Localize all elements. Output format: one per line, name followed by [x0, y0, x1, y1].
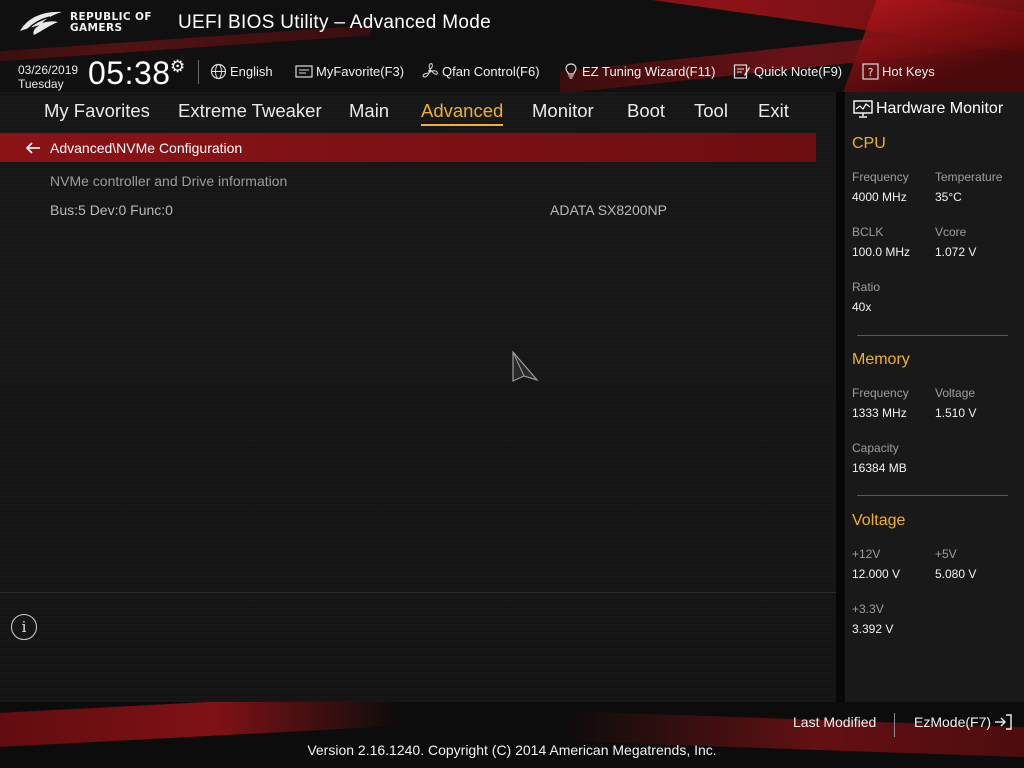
- help-info-area: i: [0, 600, 836, 700]
- ez-tuning-wizard-button[interactable]: EZ Tuning Wizard(F11): [563, 62, 715, 80]
- toolbar-divider: [198, 60, 199, 84]
- nvme-device-model: ADATA SX8200NP: [550, 202, 667, 218]
- ezmode-button[interactable]: EzMode(F7): [914, 714, 1013, 730]
- nvme-device-row[interactable]: Bus:5 Dev:0 Func:0 ADATA SX8200NP: [50, 202, 810, 220]
- ratio-label: Ratio: [852, 280, 881, 294]
- info-icon: i: [11, 614, 37, 640]
- monitor-icon: [853, 100, 873, 118]
- hot-keys-button[interactable]: ? Hot Keys: [862, 62, 935, 80]
- tab-extreme-tweaker[interactable]: Extreme Tweaker: [178, 100, 322, 122]
- panel-separator: [836, 92, 845, 702]
- memory-capacity-value: 16384 MB: [852, 461, 907, 475]
- quick-note-label: Quick Note(F9): [754, 63, 843, 79]
- breadcrumb: Advanced\NVMe Configuration: [0, 133, 816, 162]
- tab-boot[interactable]: Boot: [627, 100, 665, 122]
- app-title: UEFI BIOS Utility – Advanced Mode: [178, 12, 491, 33]
- tab-monitor[interactable]: Monitor: [532, 100, 594, 122]
- rog-eye-icon: [20, 11, 62, 35]
- hardware-monitor-title: Hardware Monitor: [853, 100, 1003, 118]
- svg-text:?: ?: [868, 66, 874, 79]
- nvme-device-location: Bus:5 Dev:0 Func:0: [50, 202, 173, 218]
- ratio-value: 40x: [852, 300, 872, 314]
- v5-label: +5V: [935, 547, 957, 561]
- hot-keys-label: Hot Keys: [882, 63, 935, 79]
- fan-icon: [422, 63, 438, 78]
- copyright-text: Version 2.16.1240. Copyright (C) 2014 Am…: [307, 742, 717, 758]
- vcore-label: Vcore: [935, 225, 967, 239]
- v12-value: 12.000 V: [852, 567, 901, 581]
- header: REPUBLIC OF GAMERS UEFI BIOS Utility – A…: [0, 0, 1024, 92]
- info-divider: [0, 592, 836, 593]
- ez-tuning-label: EZ Tuning Wizard(F11): [582, 63, 716, 79]
- clock-time: 05:38: [88, 55, 171, 91]
- footer-divider: [894, 713, 895, 737]
- logo-text: REPUBLIC OF GAMERS: [70, 12, 152, 34]
- memory-heading: Memory: [852, 351, 910, 368]
- rog-logo: REPUBLIC OF GAMERS: [18, 8, 152, 38]
- globe-icon: [210, 63, 227, 79]
- hardware-monitor-panel: Hardware Monitor CPU Frequency Temperatu…: [845, 92, 1024, 702]
- cpu-temperature-value: 35°C: [935, 190, 962, 204]
- cpu-frequency-label: Frequency: [852, 170, 909, 184]
- memory-voltage-value: 1.510 V: [935, 406, 977, 420]
- note-icon: [733, 63, 750, 79]
- quick-note-button[interactable]: Quick Note(F9): [733, 62, 842, 80]
- section-divider: [857, 335, 1008, 336]
- tab-exit[interactable]: Exit: [758, 100, 789, 122]
- last-modified-button[interactable]: Last Modified: [793, 714, 876, 730]
- cpu-heading: CPU: [852, 135, 886, 152]
- memory-frequency-value: 1333 MHz: [852, 406, 907, 420]
- date-text: 03/26/2019: [18, 63, 79, 77]
- arrow-left-icon: [25, 141, 40, 154]
- back-button[interactable]: [24, 139, 42, 157]
- gear-icon[interactable]: ⚙: [170, 57, 185, 77]
- lightbulb-icon: [565, 63, 577, 79]
- language-label: English: [230, 63, 273, 79]
- voltage-heading: Voltage: [852, 512, 906, 529]
- cpu-temperature-label: Temperature: [935, 170, 1003, 184]
- qfan-control-button[interactable]: Qfan Control(F6): [421, 62, 540, 80]
- weekday-text: Tuesday: [18, 77, 64, 91]
- section-heading: NVMe controller and Drive information: [50, 173, 288, 189]
- mouse-cursor-icon: [512, 350, 539, 382]
- tab-my-favorites[interactable]: My Favorites: [44, 100, 150, 122]
- footer: Last Modified EzMode(F7) Version 2.16.12…: [0, 702, 1024, 768]
- vcore-value: 1.072 V: [935, 245, 977, 259]
- v33-label: +3.3V: [852, 602, 884, 616]
- settings-content: NVMe controller and Drive information Bu…: [0, 162, 836, 592]
- logo-line: GAMERS: [70, 22, 123, 34]
- hardware-monitor-title-text: Hardware Monitor: [876, 100, 1004, 117]
- language-button[interactable]: English: [210, 62, 273, 80]
- favorites-icon: [295, 64, 313, 78]
- bclk-label: BCLK: [852, 225, 884, 239]
- help-icon: ?: [862, 62, 879, 80]
- myfavorite-button[interactable]: MyFavorite(F3): [295, 62, 404, 80]
- bclk-value: 100.0 MHz: [852, 245, 911, 259]
- v33-value: 3.392 V: [852, 622, 894, 636]
- tab-tool[interactable]: Tool: [694, 100, 728, 122]
- date-display: 03/26/2019 Tuesday: [18, 63, 78, 91]
- myfavorite-label: MyFavorite(F3): [316, 63, 405, 79]
- exit-arrow-icon: [995, 714, 1012, 730]
- memory-voltage-label: Voltage: [935, 386, 976, 400]
- main-nav: My Favorites Extreme Tweaker Main Advanc…: [0, 92, 836, 132]
- memory-frequency-label: Frequency: [852, 386, 909, 400]
- qfan-label: Qfan Control(F6): [442, 63, 540, 79]
- tab-advanced[interactable]: Advanced: [421, 100, 504, 126]
- v12-label: +12V: [852, 547, 881, 561]
- breadcrumb-path: Advanced\NVMe Configuration: [50, 139, 243, 156]
- ezmode-label: EzMode(F7): [914, 714, 992, 730]
- cpu-frequency-value: 4000 MHz: [852, 190, 907, 204]
- memory-capacity-label: Capacity: [852, 441, 899, 455]
- tab-main[interactable]: Main: [349, 100, 389, 122]
- section-divider: [857, 495, 1008, 496]
- v5-value: 5.080 V: [935, 567, 977, 581]
